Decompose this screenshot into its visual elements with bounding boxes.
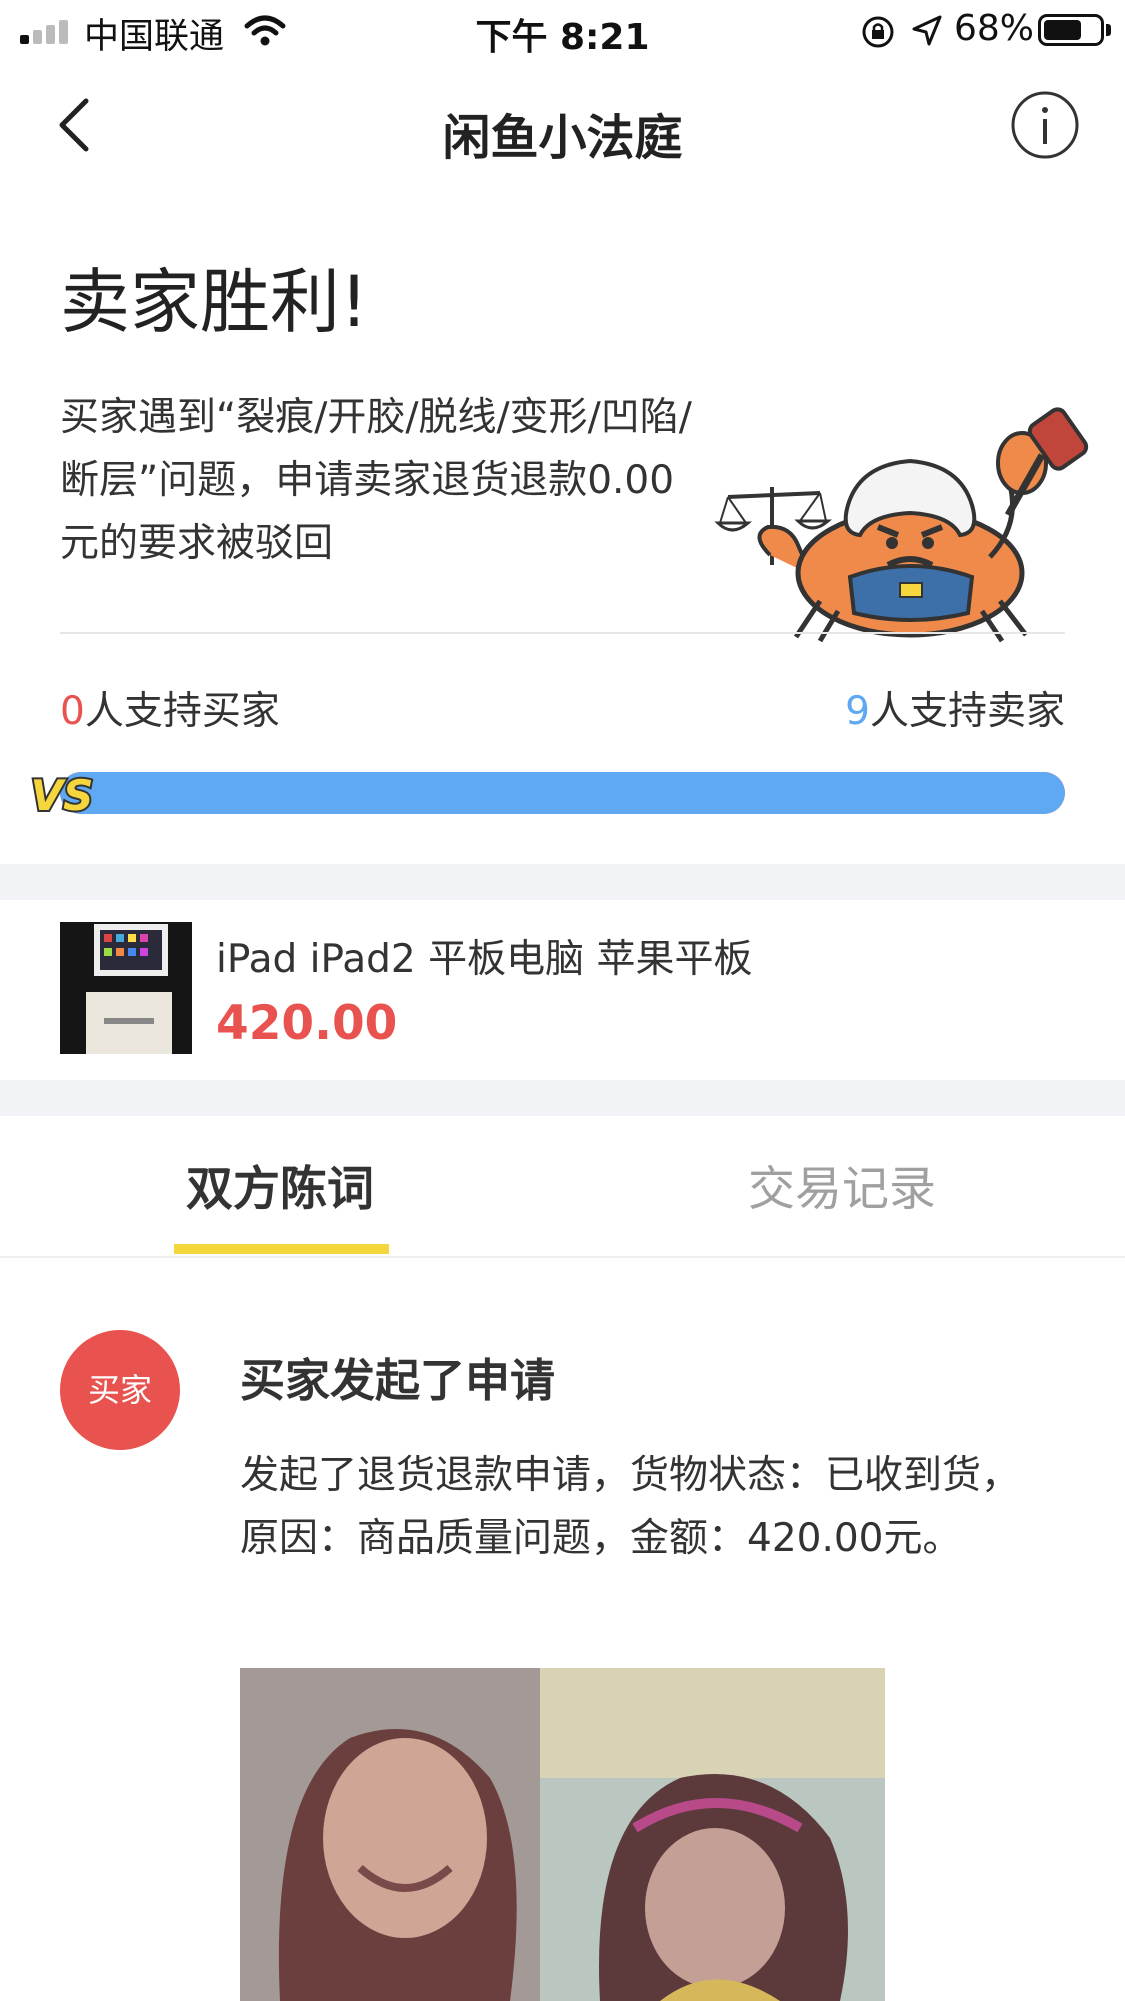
tab-divider <box>0 1256 1125 1258</box>
tab-transaction-records[interactable]: 交易记录 <box>748 1150 936 1219</box>
buyer-support-label: 人支持买家 <box>84 689 280 734</box>
verdict-description: 买家遇到“裂痕/开胶/脱线/变形/凹陷/断层”问题，申请卖家退货退款0.00元的… <box>60 395 692 566</box>
evidence-photo[interactable] <box>240 1668 885 2001</box>
seller-vote-fill <box>60 772 1065 814</box>
location-arrow-icon <box>912 15 942 46</box>
section-gap <box>0 864 1125 900</box>
product-price: 420.00 <box>216 996 398 1051</box>
buyer-support-count: 0人支持买家 <box>60 680 280 736</box>
nav-bar: 闲鱼小法庭 <box>0 60 1125 190</box>
battery-tip <box>1106 24 1111 36</box>
judge-crab-illustration <box>714 407 1089 643</box>
info-icon[interactable] <box>1010 90 1080 160</box>
product-title[interactable]: iPad iPad2 平板电脑 苹果平板 <box>216 928 753 984</box>
verdict-title: 卖家胜利! <box>60 261 369 343</box>
event-title: 买家发起了申请 <box>240 1354 556 1407</box>
seller-count: 9 <box>845 689 870 734</box>
status-bar: 中国联通 下午 8:21 68% <box>0 0 1125 60</box>
battery-icon <box>1038 14 1104 46</box>
seller-support-count: 9人支持卖家 <box>845 680 1065 736</box>
buyer-count: 0 <box>60 689 85 734</box>
buyer-avatar: 买家 <box>60 1330 180 1450</box>
section-gap <box>0 1080 1125 1116</box>
rotation-lock-icon <box>862 16 894 48</box>
vote-progress-bar <box>60 772 1065 814</box>
vs-badge-text: VS <box>31 771 94 820</box>
divider <box>60 632 1065 634</box>
tab-statements[interactable]: 双方陈词 <box>186 1150 374 1219</box>
active-tab-indicator <box>174 1244 389 1254</box>
battery-percent: 68% <box>954 8 1035 49</box>
vs-badge-icon: VS <box>29 769 96 822</box>
product-thumbnail[interactable] <box>60 922 192 1054</box>
page-title: 闲鱼小法庭 <box>442 110 683 166</box>
seller-support-label: 人支持卖家 <box>869 689 1065 734</box>
event-description: 发起了退货退款申请，货物状态：已收到货，原因：商品质量问题，金额：420.00元… <box>240 1453 1021 1561</box>
